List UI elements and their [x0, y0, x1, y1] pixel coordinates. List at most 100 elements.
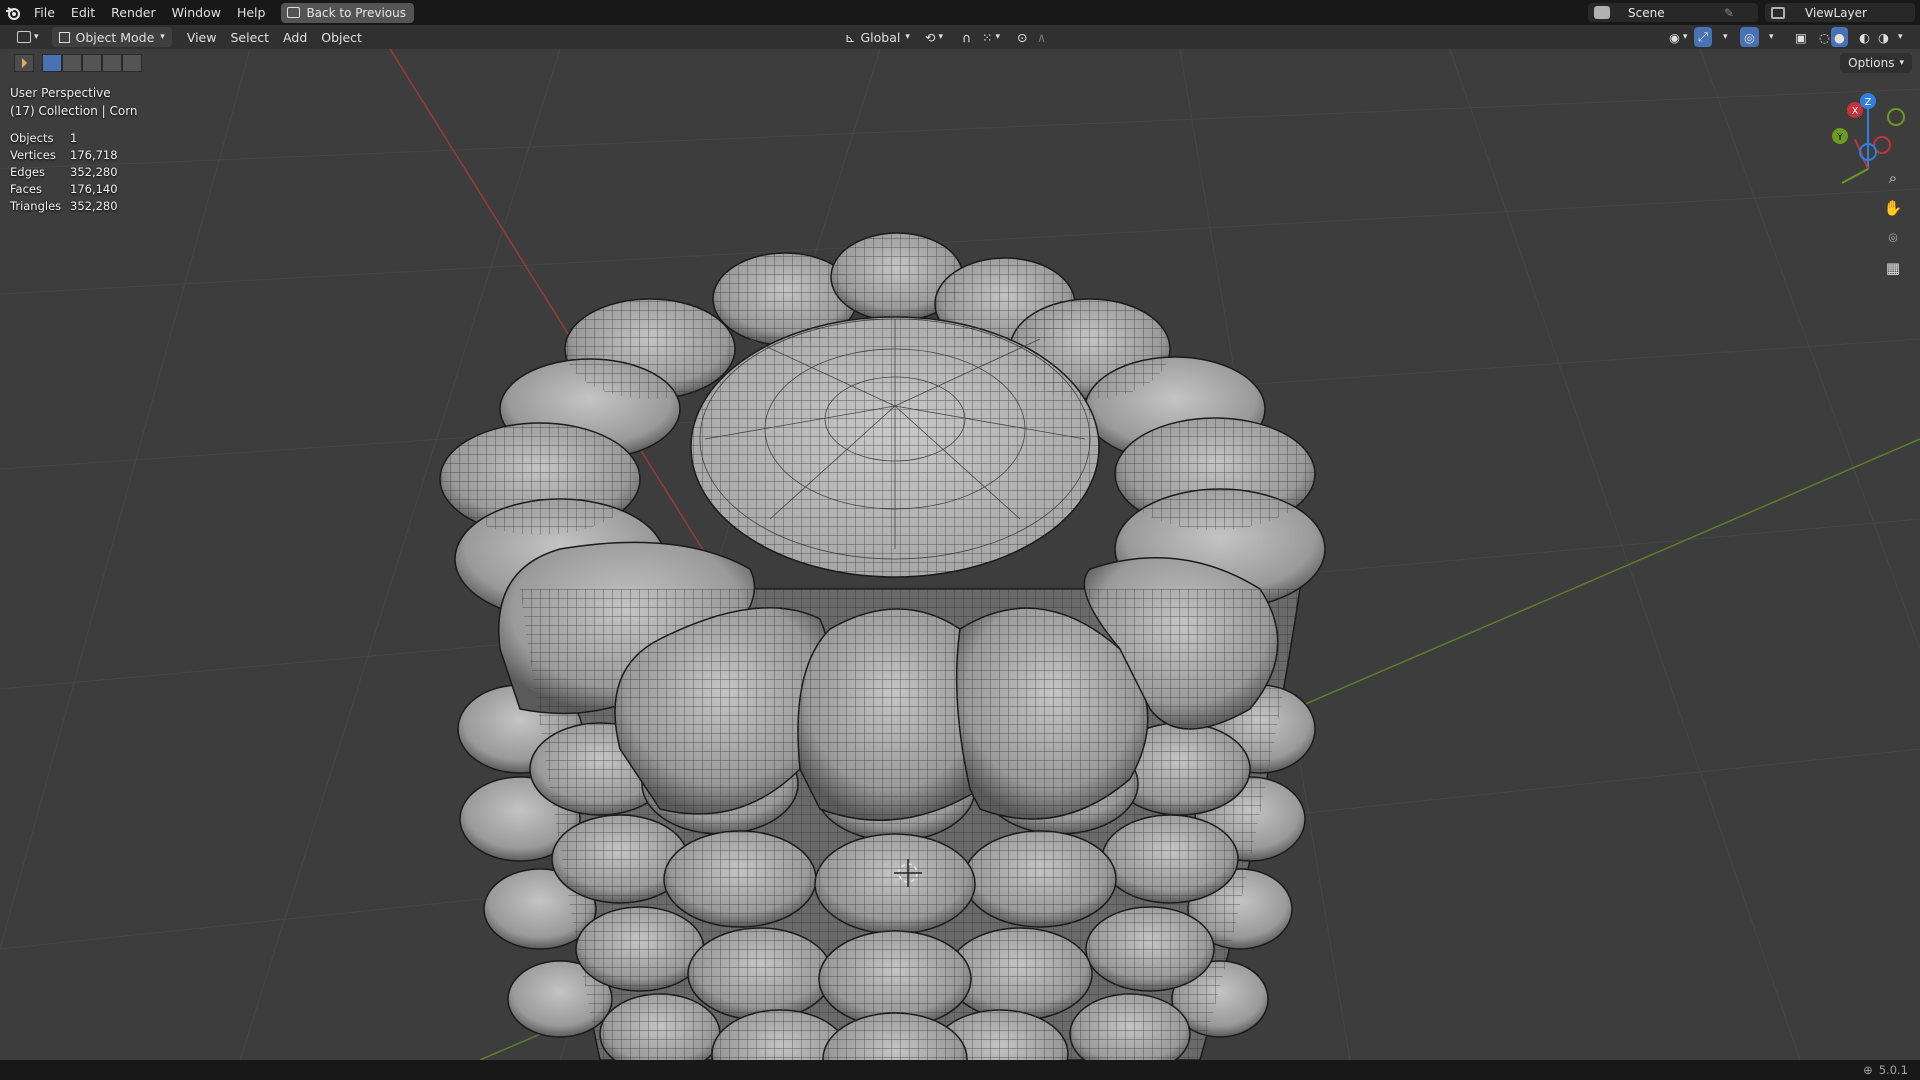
shading-dropdown[interactable]: ▾	[1891, 27, 1910, 47]
menu-help[interactable]: Help	[229, 0, 274, 25]
falloff-icon: ∧	[1037, 29, 1047, 45]
pivot-icon: ⟲	[925, 29, 936, 45]
overlays-dropdown[interactable]: ▾	[1762, 27, 1781, 47]
scene-label: Scene	[1628, 5, 1665, 20]
top-bar: File Edit Render Window Help Back to Pre…	[0, 0, 1920, 25]
editor-type-icon	[17, 31, 31, 43]
stat-row: Objects 1	[10, 130, 118, 147]
gizmo-dropdown[interactable]: ▾	[1716, 27, 1735, 47]
options-label: Options	[1848, 56, 1895, 70]
options-button[interactable]: Options ▾	[1840, 53, 1912, 73]
xray-icon: ▣	[1795, 29, 1807, 45]
perspective-label: User Perspective	[10, 86, 111, 100]
view-layer-label: ViewLayer	[1805, 5, 1867, 20]
stat-value: 176,718	[70, 148, 118, 162]
back-icon	[287, 7, 301, 18]
material-sphere-icon: ◐	[1859, 29, 1870, 45]
view-layer-icon	[1771, 6, 1785, 19]
3d-viewport[interactable]: Z X Y Options ▾ User Perspective (17) Co…	[0, 49, 1920, 1060]
solid-sphere-icon: ●	[1834, 29, 1845, 45]
snap-grid-icon: ⁙	[982, 29, 993, 45]
menu-select[interactable]: Select	[223, 27, 276, 47]
proportional-icon: ⊙	[1017, 29, 1028, 45]
back-to-previous-button[interactable]: Back to Previous	[281, 2, 414, 23]
scene-selector[interactable]: Scene ✎	[1588, 3, 1758, 22]
select-tool-button[interactable]	[14, 54, 34, 72]
menu-edit[interactable]: Edit	[63, 0, 103, 25]
xray-toggle[interactable]: ▣	[1788, 27, 1814, 47]
select-invert-button[interactable]	[102, 54, 122, 72]
gizmo-x-label: X	[1852, 106, 1859, 117]
hand-icon: ✋	[1883, 199, 1903, 217]
pan-button[interactable]: ✋	[1880, 195, 1906, 221]
grid-icon: ▦	[1885, 259, 1901, 277]
viewport-canvas: Z X Y	[0, 49, 1920, 1060]
blender-logo-icon[interactable]	[0, 0, 26, 25]
pivot-point-button[interactable]: ⟲ ▾	[918, 27, 950, 47]
globe-icon: ⊕	[1863, 1063, 1873, 1077]
version-label: 5.0.1	[1878, 1063, 1908, 1077]
select-new-button[interactable]	[42, 54, 62, 72]
stat-key: Edges	[10, 165, 45, 179]
stat-value: 352,280	[70, 199, 118, 213]
stat-value: 352,280	[70, 165, 118, 179]
chevron-down-icon: ▾	[160, 32, 165, 42]
zoom-button[interactable]: ⌕	[1880, 165, 1906, 191]
chevron-down-icon: ▾	[1899, 58, 1904, 68]
mode-selector[interactable]: Object Mode ▾	[51, 27, 172, 47]
selection-mode-strip	[14, 54, 142, 72]
stat-key: Triangles	[10, 199, 62, 213]
select-intersect-button[interactable]	[122, 54, 142, 72]
stat-row: Faces 176,140	[10, 181, 118, 198]
overlays-toggle[interactable]: ◎	[1740, 27, 1759, 47]
ortho-toggle-button[interactable]: ▦	[1880, 255, 1906, 281]
viewport-info: User Perspective (17) Collection | Corn	[10, 84, 138, 120]
gizmo-toggle[interactable]: ⤢	[1694, 27, 1713, 47]
orientation-icon: ⊾	[845, 29, 856, 45]
gizmo-z-label: Z	[1865, 97, 1872, 108]
object-mode-icon	[58, 31, 70, 43]
stat-value: 176,140	[70, 182, 118, 196]
transform-orientation-label: Global	[860, 29, 901, 45]
stat-key: Faces	[10, 182, 42, 196]
gizmo-icon: ⤢	[1698, 29, 1709, 44]
eye-filter-icon: ◉	[1669, 29, 1680, 45]
camera-view-button[interactable]: ⌾	[1880, 225, 1906, 251]
gizmo-y-label: Y	[1836, 132, 1844, 143]
menu-view[interactable]: View	[180, 27, 224, 47]
wireframe-sphere-icon: ◌	[1819, 29, 1830, 45]
visibility-selectability-button[interactable]: ◉ ▾	[1662, 27, 1694, 47]
view-layer-selector[interactable]: ViewLayer	[1765, 3, 1915, 22]
stat-row: Edges 352,280	[10, 164, 118, 181]
stat-value: 1	[70, 131, 78, 145]
camera-icon: ⌾	[1888, 229, 1898, 247]
select-subtract-button[interactable]	[82, 54, 102, 72]
select-extend-button[interactable]	[62, 54, 82, 72]
rendered-sphere-icon: ◑	[1878, 29, 1889, 45]
scene-icon	[1594, 6, 1610, 19]
viewport-header: ▾ Object Mode ▾ View Select Add Object ⊾…	[0, 25, 1920, 49]
overlays-icon: ◎	[1744, 29, 1755, 45]
falloff-button[interactable]: ∧	[1030, 27, 1053, 47]
back-to-previous-label: Back to Previous	[306, 5, 406, 20]
menu-file[interactable]: File	[26, 0, 63, 25]
shading-solid[interactable]: ●	[1831, 27, 1848, 47]
stat-row: Triangles 352,280	[10, 198, 118, 215]
menu-render[interactable]: Render	[103, 0, 164, 25]
magnifier-icon: ⌕	[1888, 169, 1898, 187]
cursor-icon	[21, 58, 27, 68]
stat-key: Vertices	[10, 148, 56, 162]
corn-mesh[interactable]	[439, 232, 1326, 1060]
menu-window[interactable]: Window	[164, 0, 229, 25]
scene-statistics: Objects 1 Vertices 176,718 Edges 352,280 Fa…	[10, 130, 118, 215]
menu-add[interactable]: Add	[276, 27, 314, 47]
pin-icon[interactable]: ✎	[1724, 6, 1734, 20]
collection-label: (17) Collection | Corn	[10, 104, 138, 118]
status-bar: ⊕ 5.0.1	[0, 1060, 1920, 1080]
menu-object[interactable]: Object	[314, 27, 369, 47]
editor-type-button[interactable]: ▾	[10, 27, 46, 47]
stat-row: Vertices 176,718	[10, 147, 118, 164]
transform-orientation-selector[interactable]: ⊾ Global ▾	[838, 27, 917, 47]
snap-target-button[interactable]: ⁙ ▾	[975, 27, 1007, 47]
mode-label: Object Mode	[75, 29, 155, 45]
